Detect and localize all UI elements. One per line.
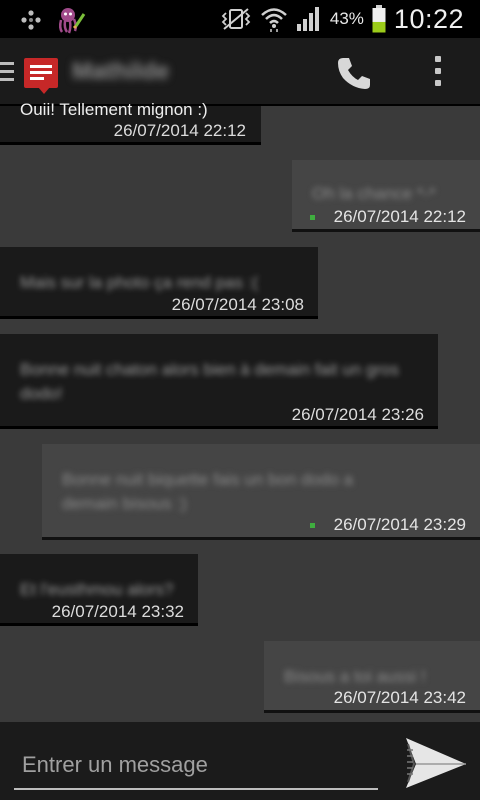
message-timestamp: 26/07/2014 22:12 [333,207,466,226]
phone-icon[interactable] [334,54,374,94]
silent-vibrate-icon [221,8,251,30]
message-bubble-incoming[interactable]: Et l'eusthmou alors? 26/07/2014 23:32 [0,554,198,626]
sent-indicator [310,523,315,528]
wifi-icon [261,8,287,32]
message-input[interactable] [14,742,378,790]
message-text: Bonne nuit chaton alors bien à demain fa… [20,360,399,403]
message-bubble-outgoing[interactable]: Oh la chance *-* 26/07/2014 22:12 [292,160,480,232]
message-text: Ouii! Tellement mignon :) [20,100,208,119]
message-bubble-incoming[interactable]: Mais sur la photo ça rend pas :( 26/07/2… [0,247,318,319]
message-composer [0,722,480,800]
signal-icon [296,7,319,31]
message-timestamp: 26/07/2014 23:26 [291,405,424,424]
message-text: Bisous a toi aussi ! [284,667,426,686]
message-text: Bonne nuit biquette fais un bon dodo a d… [62,470,354,513]
message-text: Mais sur la photo ça rend pas :( [20,273,259,292]
message-timestamp: 26/07/2014 22:12 [113,121,246,140]
message-timestamp: 26/07/2014 23:29 [333,515,466,534]
message-bubble-incoming[interactable]: Ouii! Tellement mignon :) 26/07/2014 22:… [0,100,261,145]
battery-percent: 43% [329,9,364,28]
battery-icon [372,5,386,33]
sms-app-icon[interactable] [24,58,58,94]
notification-icons [20,6,86,34]
octopus-app-icon [58,8,86,34]
sent-indicator [310,215,315,220]
menu-icon[interactable] [0,62,14,86]
message-timestamp: 26/07/2014 23:08 [171,295,304,314]
app-notification-icon [21,10,41,30]
message-bubble-outgoing[interactable]: Bonne nuit biquette fais un bon dodo a d… [42,444,480,540]
system-indicators: 43% 10:22 [220,2,464,36]
message-bubble-incoming[interactable]: Bonne nuit chaton alors bien à demain fa… [0,334,438,429]
status-clock: 10:22 [393,3,464,34]
overflow-menu-icon[interactable] [428,56,448,90]
message-text: Et l'eusthmou alors? [20,580,174,599]
contact-name[interactable]: Mathilde [72,58,169,86]
message-text: Oh la chance *-* [312,184,436,203]
send-icon[interactable] [404,732,468,792]
status-bar: 43% 10:22 [0,0,480,38]
conversation-header: Mathilde [0,38,480,106]
message-bubble-outgoing[interactable]: Bisous a toi aussi ! 26/07/2014 23:42 [264,641,480,713]
message-timestamp: 26/07/2014 23:32 [51,602,184,621]
message-timestamp: 26/07/2014 23:42 [333,688,466,707]
